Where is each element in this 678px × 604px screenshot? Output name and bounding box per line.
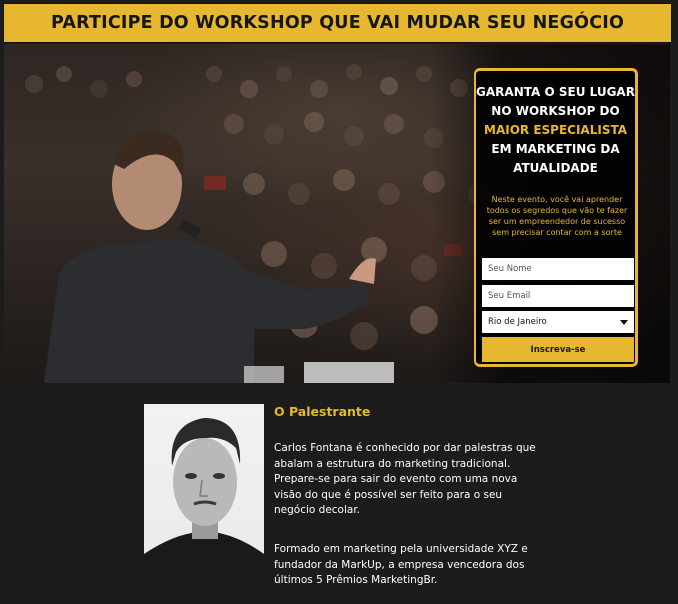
submit-button[interactable]: Inscreva-se [482,337,634,362]
hero-section: GARANTA O SEU LUGAR NO WORKSHOP DO MAIOR… [4,44,670,383]
headline-line: GARANTA O SEU LUGAR [476,85,635,99]
page-title: PARTICIPE DO WORKSHOP QUE VAI MUDAR SEU … [50,13,625,33]
name-input[interactable]: Seu Nome [482,258,634,280]
speaker-bio-paragraph: Carlos Fontana é conhecido por dar pales… [274,442,536,516]
speaker-photo [144,404,264,584]
speaker-bio-paragraph: Formado em marketing pela universidade X… [274,543,528,586]
city-selected-value: Rio de Janeiro [488,317,547,327]
headline-line: NO WORKSHOP DO [491,104,620,118]
header-banner: PARTICIPE DO WORKSHOP QUE VAI MUDAR SEU … [3,3,672,43]
headline-line: ATUALIDADE [513,161,598,175]
signup-description: Neste evento, você vai aprender todos os… [486,195,628,237]
email-placeholder: Seu Email [488,291,531,301]
city-select[interactable]: Rio de Janeiro [482,311,634,333]
signup-card: GARANTA O SEU LUGAR NO WORKSHOP DO MAIOR… [474,68,638,367]
speaker-title: O Palestrante [274,404,371,419]
signup-headline: GARANTA O SEU LUGAR NO WORKSHOP DO MAIOR… [476,83,635,178]
headline-highlight: MAIOR ESPECIALISTA [484,123,627,137]
headline-line: EM MARKETING DA [491,142,620,156]
name-placeholder: Seu Nome [488,264,532,274]
caret-down-icon [620,319,628,325]
email-input[interactable]: Seu Email [482,285,634,307]
